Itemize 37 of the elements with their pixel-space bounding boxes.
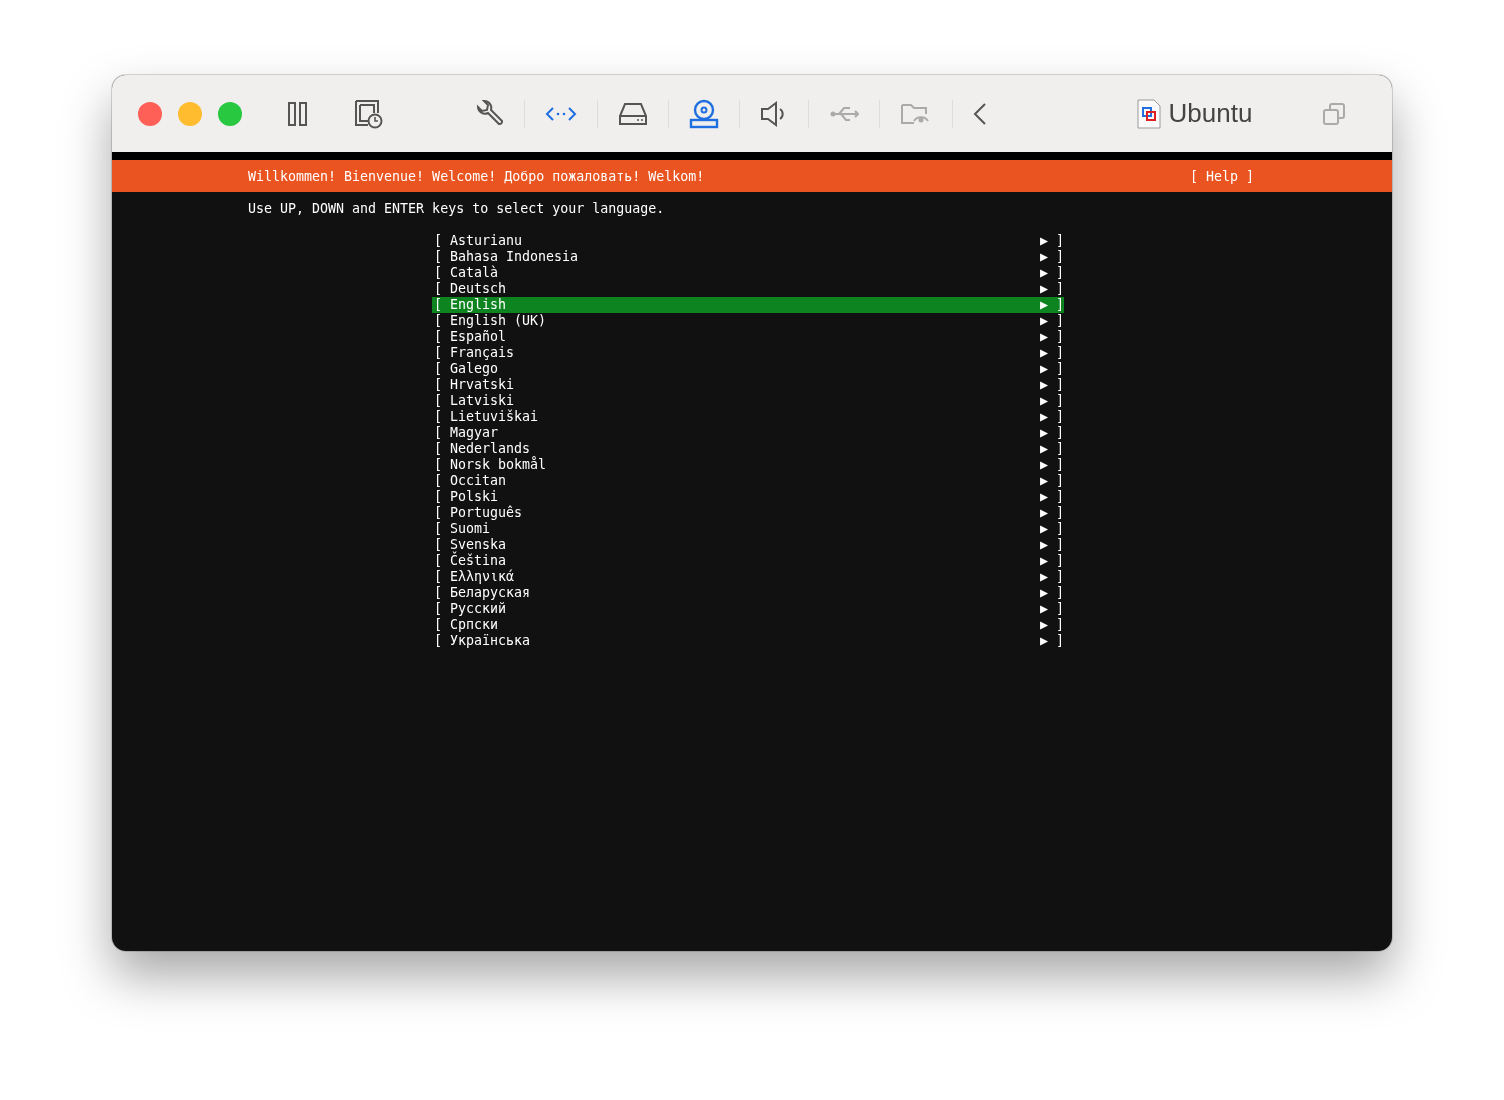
language-option[interactable]: [ Deutsch ▶ ]: [432, 281, 1064, 297]
help-button[interactable]: [ Help ]: [1189, 168, 1254, 184]
language-option[interactable]: [ English (UK) ▶ ]: [432, 313, 1064, 329]
language-option[interactable]: [ Беларуская ▶ ]: [432, 585, 1064, 601]
language-option[interactable]: [ Asturianu ▶ ]: [432, 233, 1064, 249]
back-chevron-icon[interactable]: [973, 101, 987, 126]
language-option[interactable]: [ Magyar ▶ ]: [432, 425, 1064, 441]
instruction-text: Use UP, DOWN and ENTER keys to select your language.: [247, 200, 666, 217]
language-option[interactable]: [ Occitan ▶ ]: [432, 473, 1064, 489]
language-option[interactable]: [ Suomi ▶ ]: [432, 521, 1064, 537]
welcome-text: Willkommen! Bienvenue! Welcome! Добро пожаловать! Welkom!: [248, 168, 705, 184]
language-option[interactable]: [ Latviski ▶ ]: [432, 393, 1064, 409]
snapshot-icon[interactable]: [354, 98, 384, 129]
vm-document-icon: [1136, 98, 1161, 129]
language-option[interactable]: [ Hrvatski ▶ ]: [432, 377, 1064, 393]
language-option[interactable]: [ Čeština ▶ ]: [432, 553, 1064, 569]
language-option[interactable]: [ Polski ▶ ]: [432, 489, 1064, 505]
network-arrows-icon[interactable]: [545, 105, 577, 122]
language-option[interactable]: [ Español ▶ ]: [432, 329, 1064, 345]
language-option[interactable]: [ Português ▶ ]: [432, 505, 1064, 521]
optical-drive-icon[interactable]: [689, 98, 719, 129]
window-title: Ubuntu: [1168, 98, 1253, 129]
language-option[interactable]: [ Українська ▶ ]: [432, 633, 1064, 649]
language-option[interactable]: [ Nederlands ▶ ]: [432, 441, 1064, 457]
language-option[interactable]: [ Galego ▶ ]: [432, 361, 1064, 377]
language-option[interactable]: [ Català ▶ ]: [432, 265, 1064, 281]
language-option[interactable]: [ English ▶ ]: [432, 297, 1064, 313]
language-option[interactable]: [ Norsk bokmål ▶ ]: [432, 457, 1064, 473]
language-option[interactable]: [ Српски ▶ ]: [432, 617, 1064, 633]
pause-icon[interactable]: [286, 100, 310, 127]
language-option[interactable]: [ Français ▶ ]: [432, 345, 1064, 361]
language-option[interactable]: [ Lietuviškai ▶ ]: [432, 409, 1064, 425]
language-option[interactable]: [ Ελληνικά ▶ ]: [432, 569, 1064, 585]
disk-drive-icon[interactable]: [618, 101, 648, 126]
close-button[interactable]: [138, 101, 162, 126]
language-option[interactable]: [ Bahasa Indonesia ▶ ]: [432, 249, 1064, 265]
language-option[interactable]: [ Русский ▶ ]: [432, 601, 1064, 617]
